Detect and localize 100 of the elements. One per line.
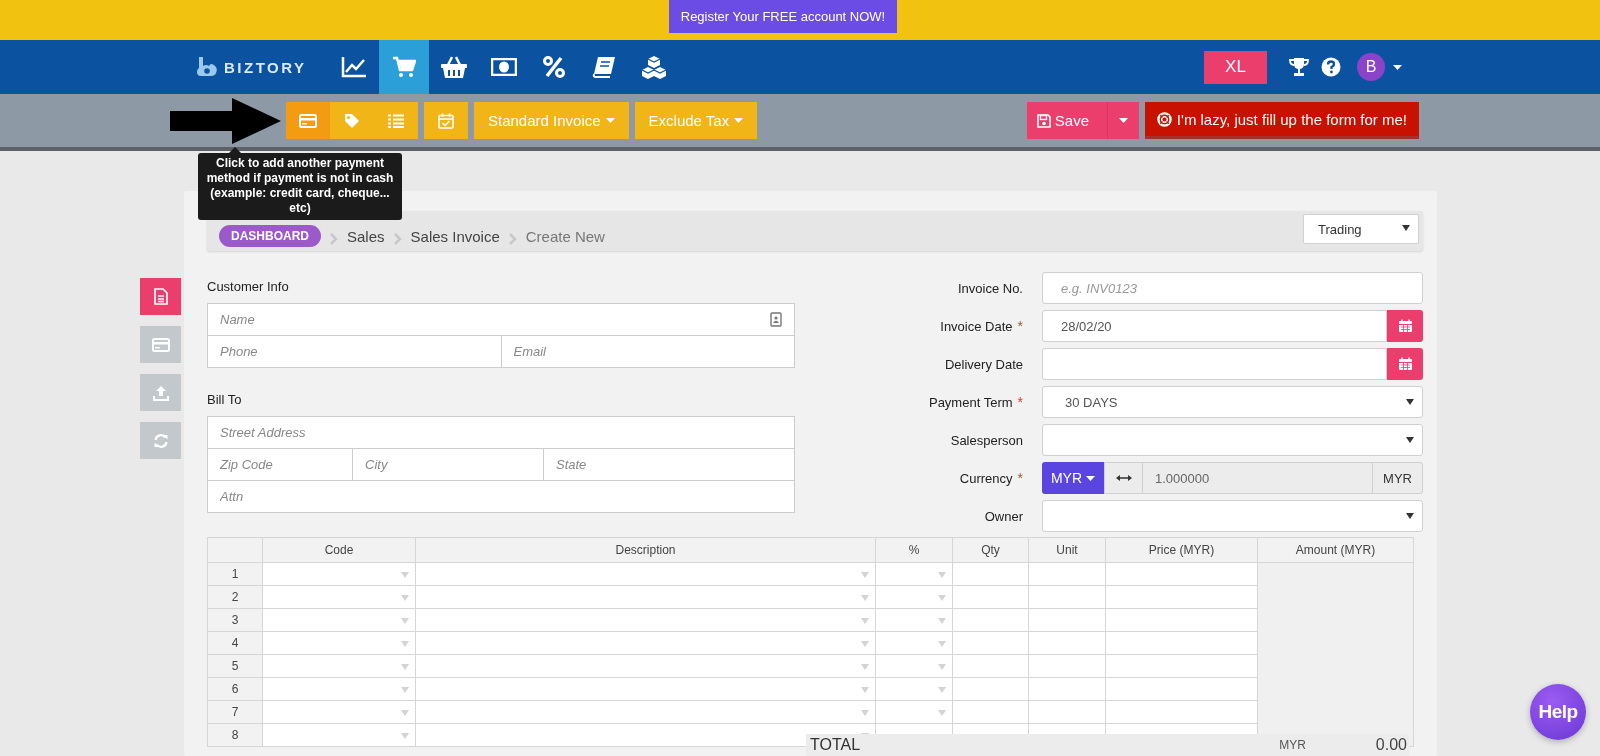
grid-cell[interactable]: [262, 654, 416, 678]
schedule-button[interactable]: [424, 102, 468, 139]
exchange-rate-field[interactable]: 1.000000: [1143, 462, 1373, 494]
field-label: Payment Term: [928, 394, 1013, 410]
chevron-right-icon: [330, 233, 338, 245]
row-number: 1: [207, 562, 263, 586]
credit-card-icon: [299, 113, 317, 128]
date-field[interactable]: [1042, 348, 1387, 380]
payment-method-button[interactable]: [286, 102, 330, 139]
row-number: 8: [207, 723, 263, 747]
section-label: Customer Info: [207, 279, 290, 294]
total-currency: MYR: [1279, 738, 1306, 752]
row-number: 7: [207, 700, 263, 724]
attn-field[interactable]: Attn: [208, 481, 794, 512]
register-button[interactable]: Register Your FREE account NOW!: [668, 0, 898, 33]
grid-cell[interactable]: [1105, 677, 1258, 701]
tag-icon: [344, 112, 360, 129]
invoice-tab[interactable]: [140, 278, 181, 315]
field-label: Salesperson: [950, 432, 1023, 448]
calendar-button[interactable]: [1387, 348, 1423, 380]
city-field[interactable]: City: [353, 449, 543, 480]
name-field[interactable]: Name: [208, 304, 794, 335]
chevron-right-icon: [508, 233, 517, 245]
basket-icon: [439, 55, 468, 79]
tag-button[interactable]: [330, 102, 374, 139]
grid-cell[interactable]: [1105, 562, 1258, 586]
row-number: 4: [207, 631, 263, 655]
grid-cell[interactable]: [415, 631, 876, 655]
field-label: Delivery Date: [944, 356, 1023, 372]
tooltip-pointer: [229, 147, 241, 153]
dashboard-link[interactable]: DASHBOARD: [219, 225, 321, 247]
grid-cell[interactable]: [262, 585, 416, 609]
grid-cell[interactable]: [415, 562, 876, 586]
text-field[interactable]: e.g. INV0123: [1042, 272, 1423, 304]
base-currency: MYR: [1373, 462, 1423, 494]
row-number: 5: [207, 654, 263, 678]
section-label: Bill To: [207, 392, 243, 407]
grid-cell[interactable]: [415, 654, 876, 678]
list-icon: [388, 113, 404, 128]
select-field[interactable]: [1042, 424, 1423, 456]
grid-cell[interactable]: [415, 700, 876, 724]
list-button[interactable]: [374, 102, 418, 139]
chevron-right-icon: [393, 233, 402, 245]
business-type-select[interactable]: Trading: [1303, 214, 1419, 244]
document-icon: [153, 288, 168, 305]
double-arrow-icon: [1115, 474, 1132, 482]
column-header: Amount (MYR): [1257, 537, 1414, 563]
currency-dropdown[interactable]: MYR: [1042, 462, 1104, 494]
state-field[interactable]: State: [544, 449, 794, 480]
breadcrumb-link[interactable]: Sales: [347, 228, 385, 245]
grid-cell[interactable]: [262, 723, 416, 747]
row-number: 2: [207, 585, 263, 609]
column-header: Qty: [952, 537, 1029, 563]
email-field[interactable]: Email: [501, 336, 794, 367]
required-mark: *: [1017, 318, 1023, 334]
grid-cell[interactable]: [1105, 631, 1258, 655]
payment-tab[interactable]: [140, 326, 181, 363]
date-field[interactable]: 28/02/20: [1042, 310, 1387, 342]
row-number: 6: [207, 677, 263, 701]
save-options-button[interactable]: [1106, 102, 1139, 139]
grid-cell[interactable]: [1105, 585, 1258, 609]
breadcrumb-link[interactable]: Sales Invoice: [410, 228, 500, 245]
grid-cell[interactable]: [262, 677, 416, 701]
grid-cell[interactable]: [415, 585, 876, 609]
field-label: Invoice Date: [940, 318, 1013, 334]
grid-cell[interactable]: [262, 608, 416, 632]
calendar-icon: [1397, 357, 1413, 371]
grid-cell[interactable]: [1105, 700, 1258, 724]
grid-cell[interactable]: [1105, 654, 1258, 678]
grid-cell[interactable]: [415, 608, 876, 632]
column-header: Unit: [1028, 537, 1106, 563]
grid-cell[interactable]: [262, 562, 416, 586]
calendar-check-icon: [438, 112, 454, 129]
zip-code-field[interactable]: Zip Code: [208, 449, 352, 480]
help-button[interactable]: Help: [1530, 684, 1586, 740]
book-icon: [591, 56, 616, 78]
calendar-button[interactable]: [1387, 310, 1423, 342]
recurring-tab[interactable]: [140, 422, 181, 459]
save-button[interactable]: Save: [1026, 102, 1107, 139]
select-field[interactable]: [1042, 500, 1423, 532]
plan-button[interactable]: XL: [1204, 50, 1267, 84]
attachment-tab[interactable]: [140, 374, 181, 411]
caret-icon: [1118, 118, 1128, 123]
avatar[interactable]: B: [1357, 53, 1385, 81]
contact-card-icon: [770, 312, 782, 327]
grid-cell[interactable]: [1105, 608, 1258, 632]
grid-cell[interactable]: [415, 677, 876, 701]
column-header: Price (MYR): [1105, 537, 1258, 563]
street-address-field[interactable]: Street Address: [208, 417, 794, 448]
grid-cell[interactable]: [262, 631, 416, 655]
grid-cell[interactable]: [262, 700, 416, 724]
row-number: 3: [207, 608, 263, 632]
phone-field[interactable]: Phone: [208, 336, 501, 367]
logo-icon: [196, 57, 218, 77]
help-icon[interactable]: [1321, 57, 1341, 77]
trophy-icon[interactable]: [1289, 57, 1309, 77]
autofill-button[interactable]: I'm lazy, just fill up the form for me!: [1144, 102, 1419, 139]
percent-icon: [542, 56, 565, 78]
header-cell: [207, 537, 263, 563]
select-field[interactable]: 30 DAYS: [1042, 386, 1423, 418]
